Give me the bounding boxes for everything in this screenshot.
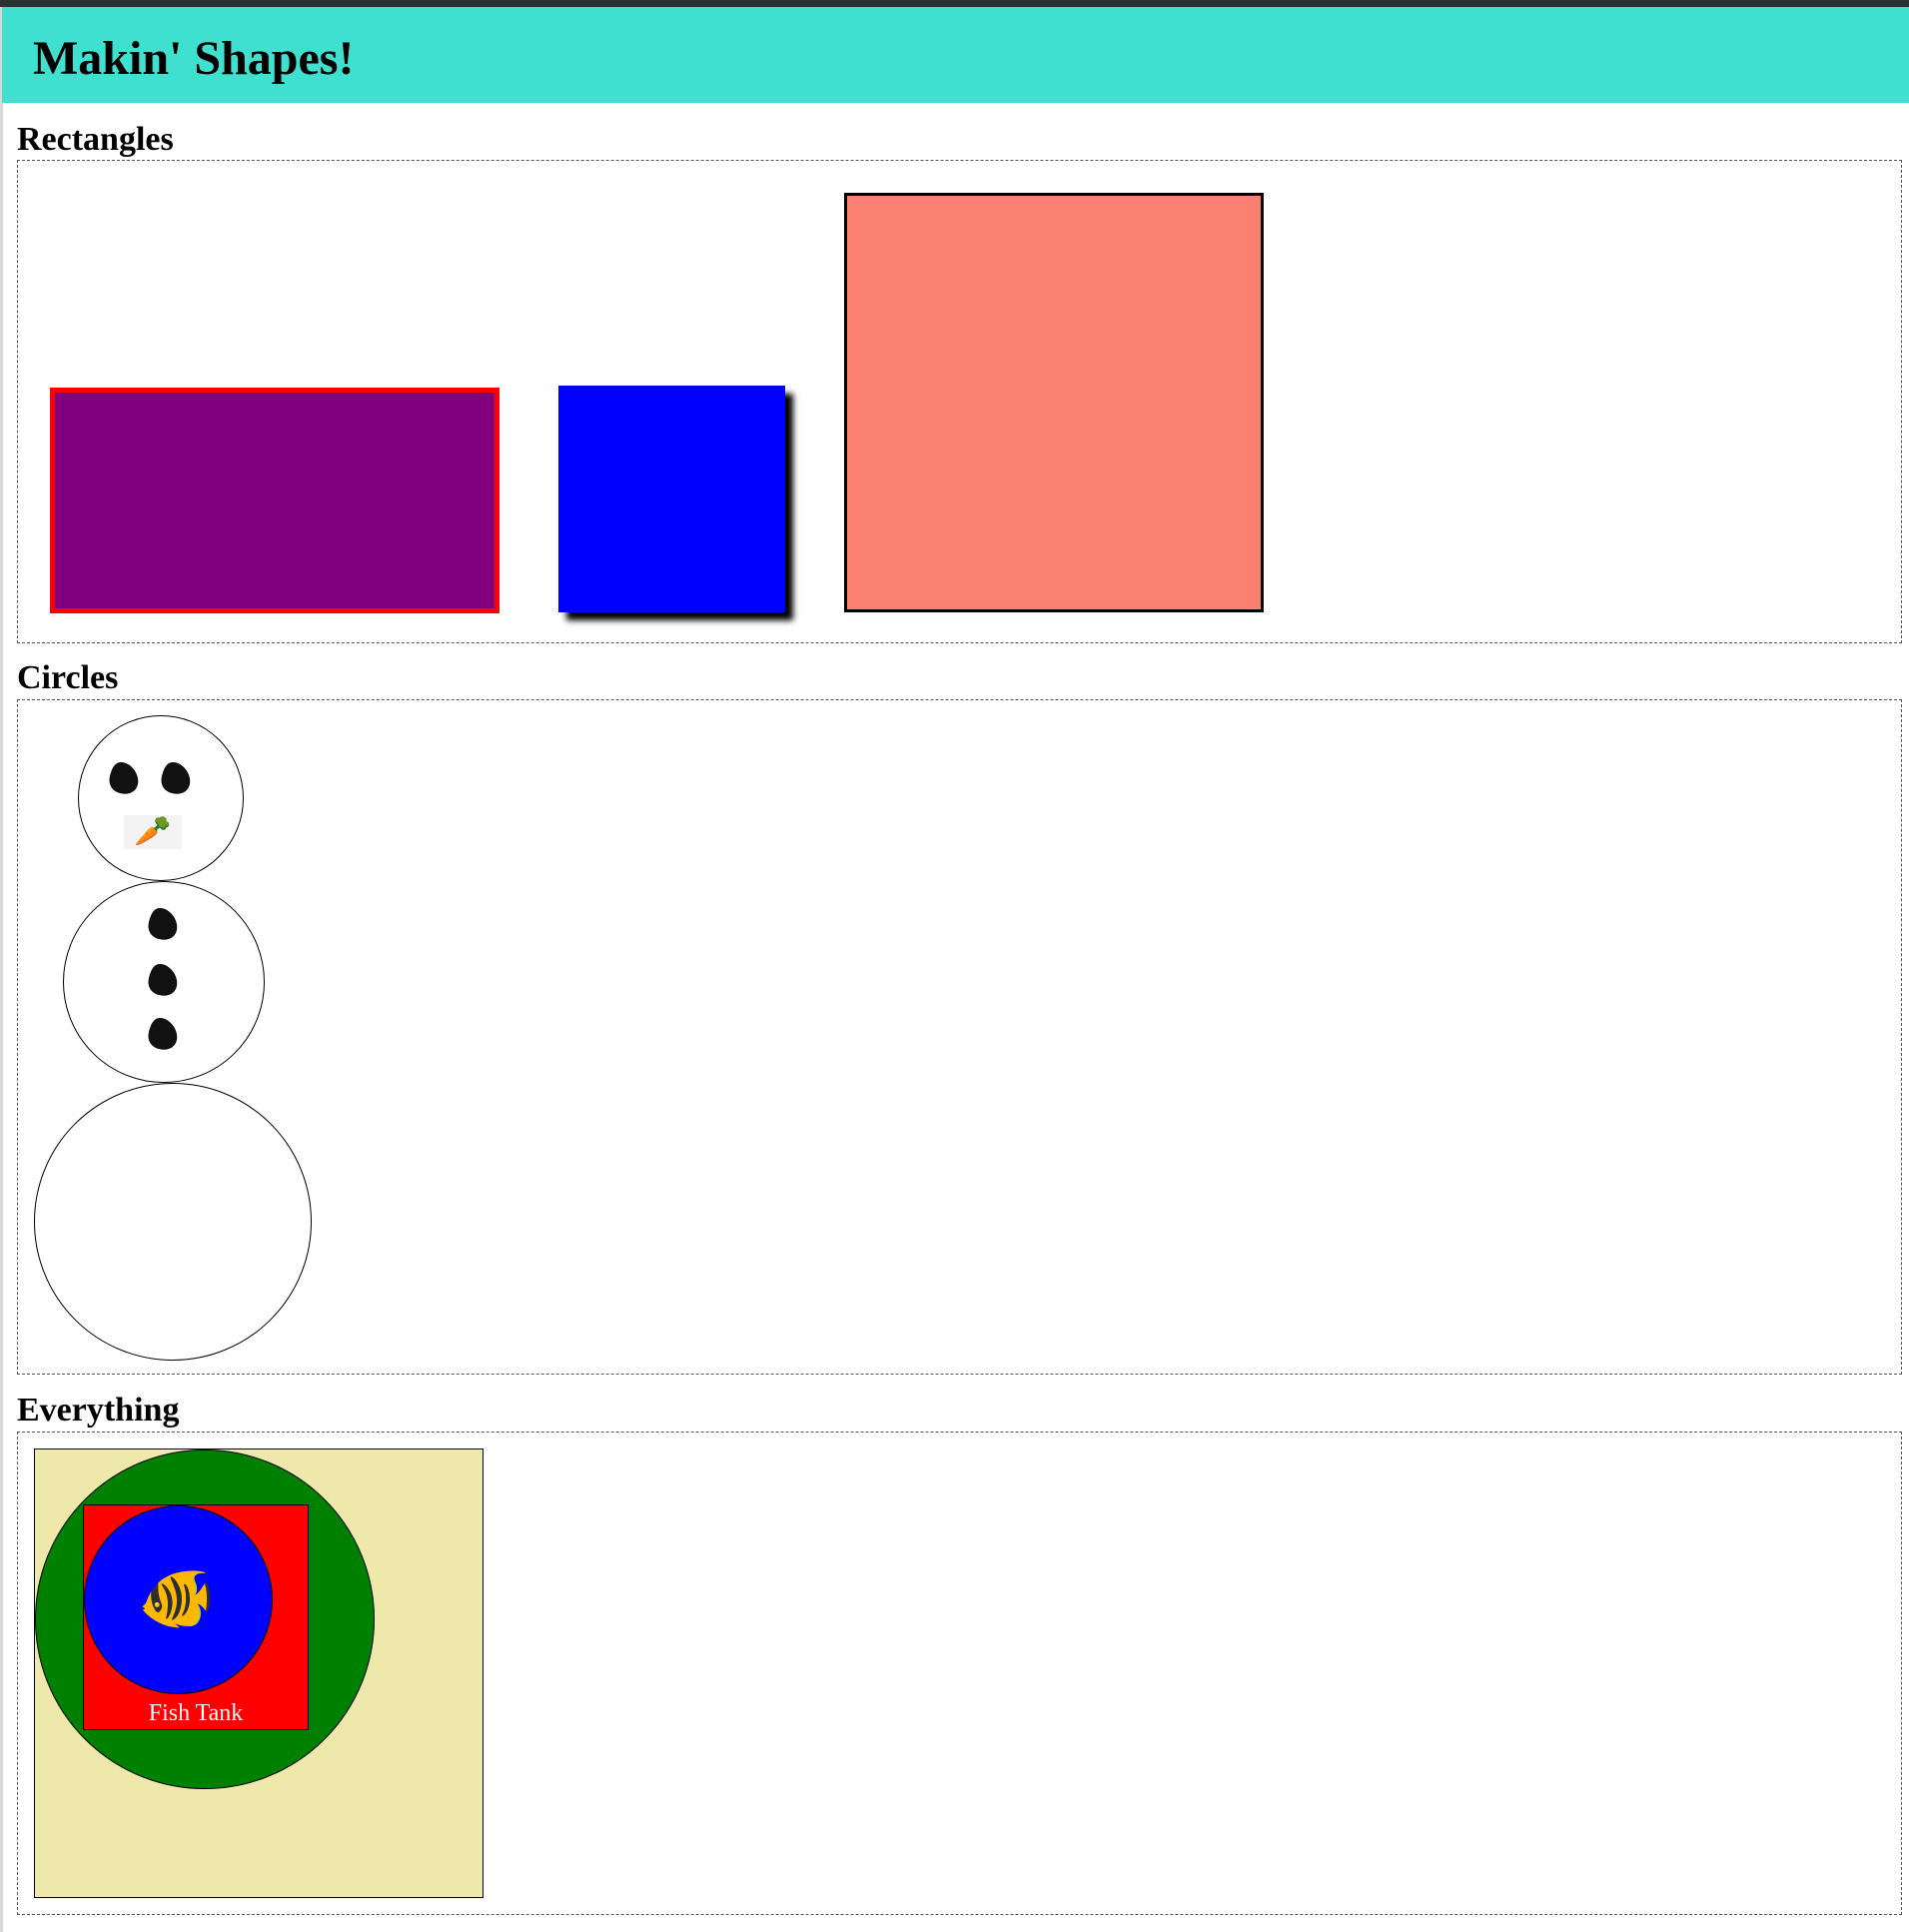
page-title: Makin' Shapes! — [33, 32, 355, 85]
snowman-body — [63, 881, 265, 1083]
coal-button-bottom-icon — [146, 1016, 180, 1052]
coal-eye-right-icon — [159, 760, 193, 796]
coal-button-middle-icon — [146, 962, 180, 998]
red-square: 🐠 Fish Tank — [83, 1504, 309, 1730]
blue-circle: 🐠 — [84, 1505, 273, 1694]
page-header: Makin' Shapes! — [2, 7, 1909, 103]
snowman-base — [34, 1083, 312, 1361]
carrot-nose-icon: 🥕 — [124, 815, 182, 849]
rectangles-panel — [17, 160, 1902, 643]
coal-button-top-icon — [146, 906, 180, 942]
circles-heading: Circles — [17, 659, 119, 696]
fish-tank-label: Fish Tank — [148, 1700, 244, 1726]
everything-heading: Everything — [17, 1392, 180, 1429]
circles-panel: 🥕 — [17, 699, 1902, 1375]
khaki-square: 🐠 Fish Tank — [34, 1449, 483, 1898]
green-circle: 🐠 Fish Tank — [35, 1449, 375, 1789]
purple-rectangle — [50, 388, 499, 613]
everything-panel: 🐠 Fish Tank — [17, 1432, 1902, 1915]
snowman-head: 🥕 — [78, 715, 244, 881]
tropical-fish-icon: 🐠 — [138, 1561, 216, 1634]
window-top-bar — [0, 0, 1909, 7]
window-left-edge — [0, 7, 3, 1932]
blue-square — [558, 386, 785, 612]
salmon-square — [844, 193, 1264, 612]
coal-eye-left-icon — [107, 760, 141, 796]
rectangles-heading: Rectangles — [17, 121, 174, 158]
